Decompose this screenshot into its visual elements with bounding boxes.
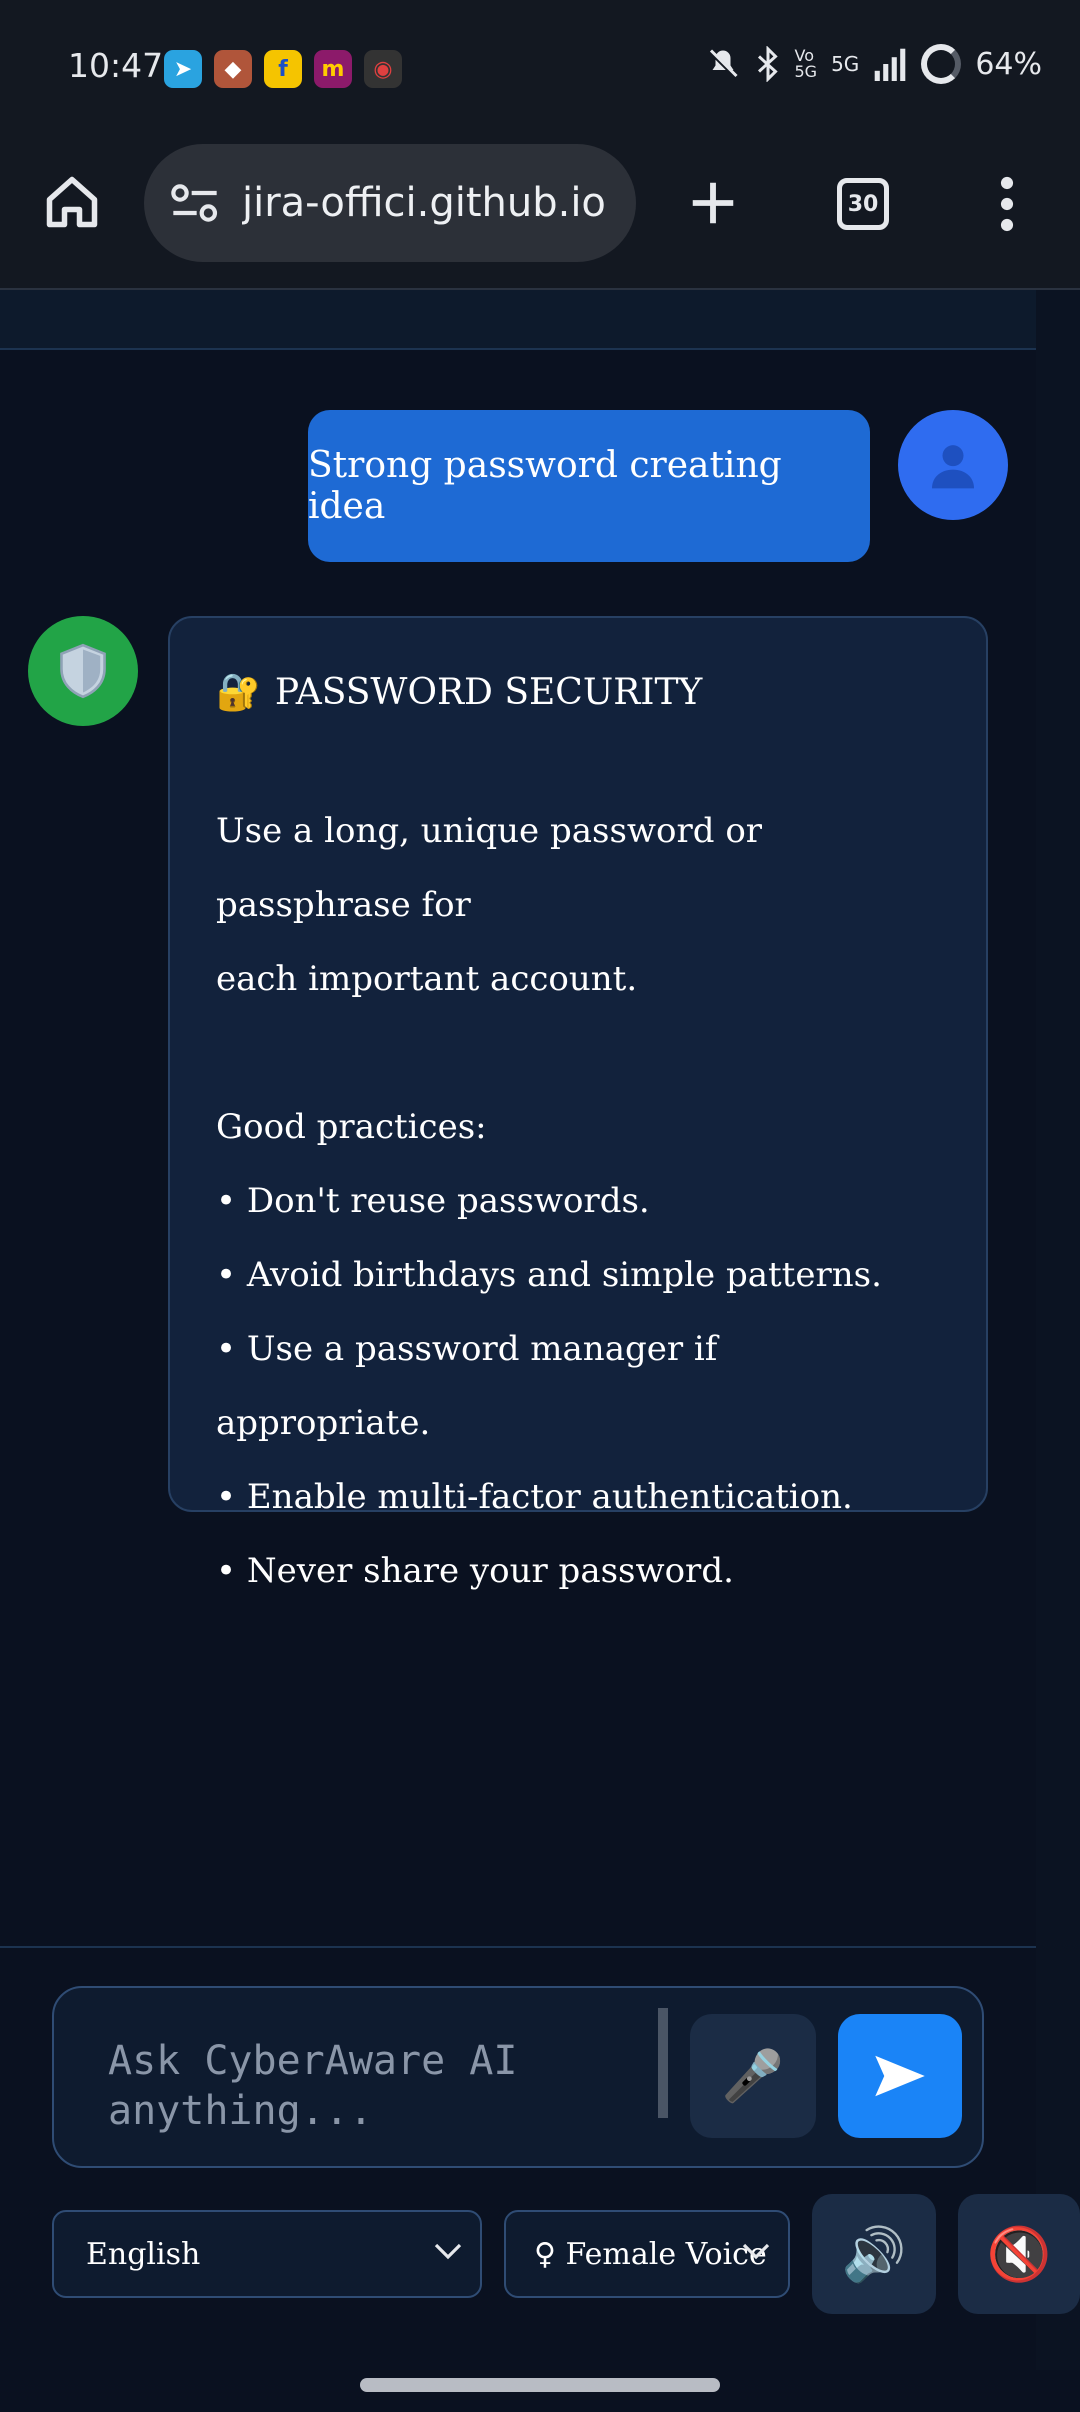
volte-icon: Vo 5G (794, 46, 818, 81)
input-scrollbar[interactable] (658, 2008, 668, 2118)
page-scrollbar[interactable] (1036, 290, 1080, 2370)
microphone-icon: 🎤 (721, 2046, 785, 2105)
lock-key-icon: 🔐 (216, 672, 261, 713)
game-icon: ◆ (214, 50, 252, 88)
meesho-icon: m (314, 50, 352, 88)
telegram-icon: ➤ (164, 50, 202, 88)
language-select[interactable]: English (52, 2210, 482, 2298)
bullet-item: • Enable multi-factor authentication. (216, 1477, 853, 1517)
bullet-item: • Never share your password. (216, 1551, 734, 1591)
speaker-icon: 🔊 (841, 2224, 907, 2285)
chevron-down-icon (434, 2243, 462, 2260)
shield-icon (60, 643, 106, 699)
bullet-item: • Use a password manager if appropriate. (216, 1329, 718, 1443)
bot-message-bubble: 🔐 PASSWORD SECURITY Use a long, unique p… (168, 616, 988, 1591)
mute-icon: 🔇 (986, 2224, 1052, 2285)
user-icon (932, 445, 974, 489)
voice-value: ♀ Female Voice (534, 2236, 767, 2272)
language-value: English (86, 2236, 201, 2272)
url-text[interactable]: jira-offici.github.io (242, 180, 606, 226)
send-button[interactable] (838, 2014, 962, 2138)
mute-bell-icon (707, 48, 738, 80)
battery-icon (921, 44, 962, 84)
bot-message-title: 🔐 PASSWORD SECURITY (216, 666, 940, 720)
speaker-button[interactable]: 🔊 (812, 2194, 936, 2314)
url-bar[interactable]: jira-offici.github.io (144, 144, 636, 262)
status-bar: 10:47 ➤ ◆ f m ◉ Vo 5G 5G 64% (0, 0, 1080, 140)
browser-toolbar: jira-offici.github.io 30 (0, 140, 1080, 290)
signal-icon (875, 48, 906, 81)
voice-select[interactable]: ♀ Female Voice (504, 2210, 790, 2298)
user-message-bubble: Strong password creating idea (308, 410, 870, 562)
new-tab-icon[interactable] (686, 176, 740, 230)
bullet-item: • Avoid birthdays and simple patterns. (216, 1255, 882, 1295)
gesture-nav-handle[interactable] (360, 2378, 720, 2392)
bot-avatar (28, 616, 138, 726)
input-placeholder[interactable]: Ask CyberAware AI anything... (108, 2036, 668, 2136)
network-type: 5G (831, 52, 860, 76)
tab-switcher-button[interactable]: 30 (837, 178, 889, 230)
more-menu-icon[interactable] (994, 176, 1020, 232)
notification-icons: ➤ ◆ f m ◉ (164, 50, 402, 88)
user-avatar (898, 410, 1008, 520)
send-icon (875, 2055, 925, 2097)
home-icon[interactable] (42, 172, 102, 232)
chat-header-strip (0, 290, 1036, 350)
bot-intro-line: each important account. (216, 959, 638, 999)
status-indicators: Vo 5G 5G 64% (705, 44, 1042, 84)
battery-level: 64% (975, 46, 1042, 82)
bluetooth-icon (757, 46, 778, 82)
mute-button[interactable]: 🔇 (958, 2194, 1080, 2314)
practices-heading: Good practices: (216, 1107, 487, 1147)
flipkart-icon: f (264, 50, 302, 88)
bullet-item: • Don't reuse passwords. (216, 1181, 650, 1221)
app-icon: ◉ (364, 50, 402, 88)
status-time: 10:47 (68, 46, 164, 85)
site-settings-icon[interactable] (170, 183, 220, 223)
bot-title-text: PASSWORD SECURITY (274, 672, 703, 713)
chevron-down-icon (742, 2243, 770, 2260)
bot-intro-line: Use a long, unique password or passphras… (216, 811, 763, 925)
microphone-button[interactable]: 🎤 (690, 2014, 816, 2138)
